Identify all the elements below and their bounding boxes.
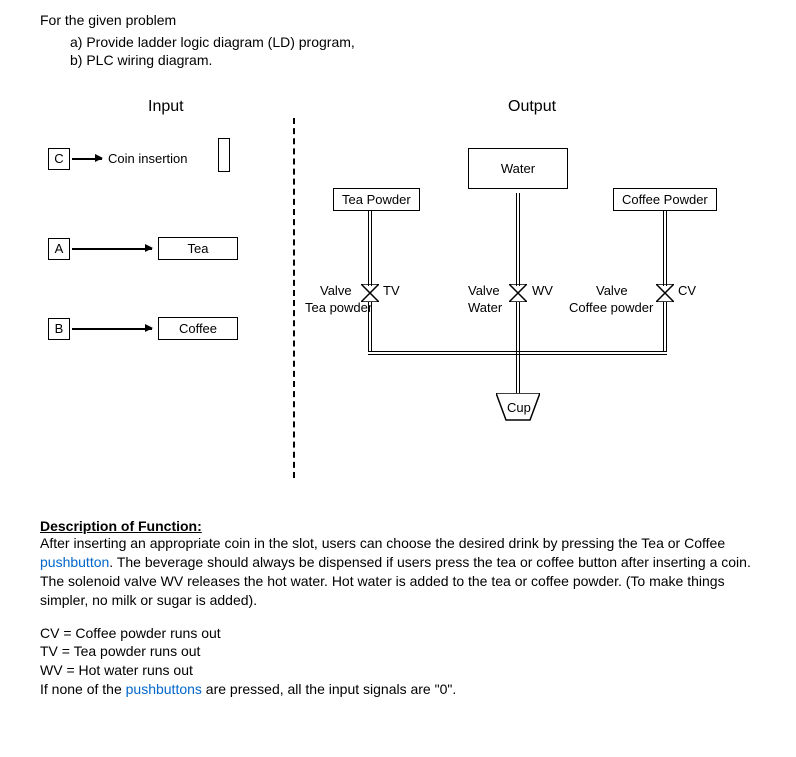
item-a: a) Provide ladder logic diagram (LD) pro… [70,34,756,50]
legend-last: If none of the pushbuttons are pressed, … [40,680,756,699]
pipe-water-bottom [516,302,520,394]
pipe-tea-top [368,210,372,286]
box-c: C [48,148,70,170]
last-text-before: If none of the [40,681,126,697]
legend-tv: TV = Tea powder runs out [40,642,756,661]
last-text-after: are pressed, all the input signals are "… [202,681,456,697]
tv-valve-label: Valve [320,283,352,298]
pushbutton-link-2[interactable]: pushbuttons [126,681,202,697]
description-section: Description of Function: After inserting… [40,518,756,699]
valve-wv-icon [509,284,527,302]
diagram: Input Output C Coin insertion A Tea B Co… [48,98,748,498]
valve-cv-icon [656,284,674,302]
coin-slot-icon [218,138,230,172]
wv-valve-label: Valve [468,283,500,298]
pipe-horizontal [368,351,667,355]
coin-insertion-label: Coin insertion [108,151,188,166]
legend-wv: WV = Hot water runs out [40,661,756,680]
pipe-water-top [516,193,520,286]
coffee-powder-box: Coffee Powder [613,188,717,211]
wv-sublabel: Water [468,300,502,315]
item-b: b) PLC wiring diagram. [70,52,756,68]
problem-intro: For the given problem [40,12,756,28]
cv-code: CV [678,283,696,298]
cv-sublabel: Coffee powder [569,300,653,315]
box-a: A [48,238,70,260]
desc-text-2: . The beverage should always be dispense… [40,554,751,608]
tea-label-box: Tea [158,237,238,260]
tv-sublabel: Tea powder [305,300,372,315]
sub-list: a) Provide ladder logic diagram (LD) pro… [70,34,756,68]
output-heading: Output [508,98,556,116]
cv-valve-label: Valve [596,283,628,298]
water-box: Water [468,148,568,189]
desc-heading: Description of Function: [40,518,202,534]
box-b: B [48,318,70,340]
legend-cv: CV = Coffee powder runs out [40,624,756,643]
tea-powder-box: Tea Powder [333,188,420,211]
pushbutton-link-1[interactable]: pushbutton [40,554,109,570]
cup-label: Cup [507,400,531,415]
pipe-coffee-top [663,210,667,286]
tv-code: TV [383,283,400,298]
arrow-a [72,248,152,250]
desc-paragraph: After inserting an appropriate coin in t… [40,534,756,610]
arrow-b [72,328,152,330]
coffee-label-box: Coffee [158,317,238,340]
pipe-tea-bottom [368,302,372,352]
arrow-c [72,158,102,160]
divider [293,118,295,478]
pipe-coffee-bottom [663,302,667,352]
desc-text-1: After inserting an appropriate coin in t… [40,535,725,551]
wv-code: WV [532,283,553,298]
input-heading: Input [148,98,184,116]
